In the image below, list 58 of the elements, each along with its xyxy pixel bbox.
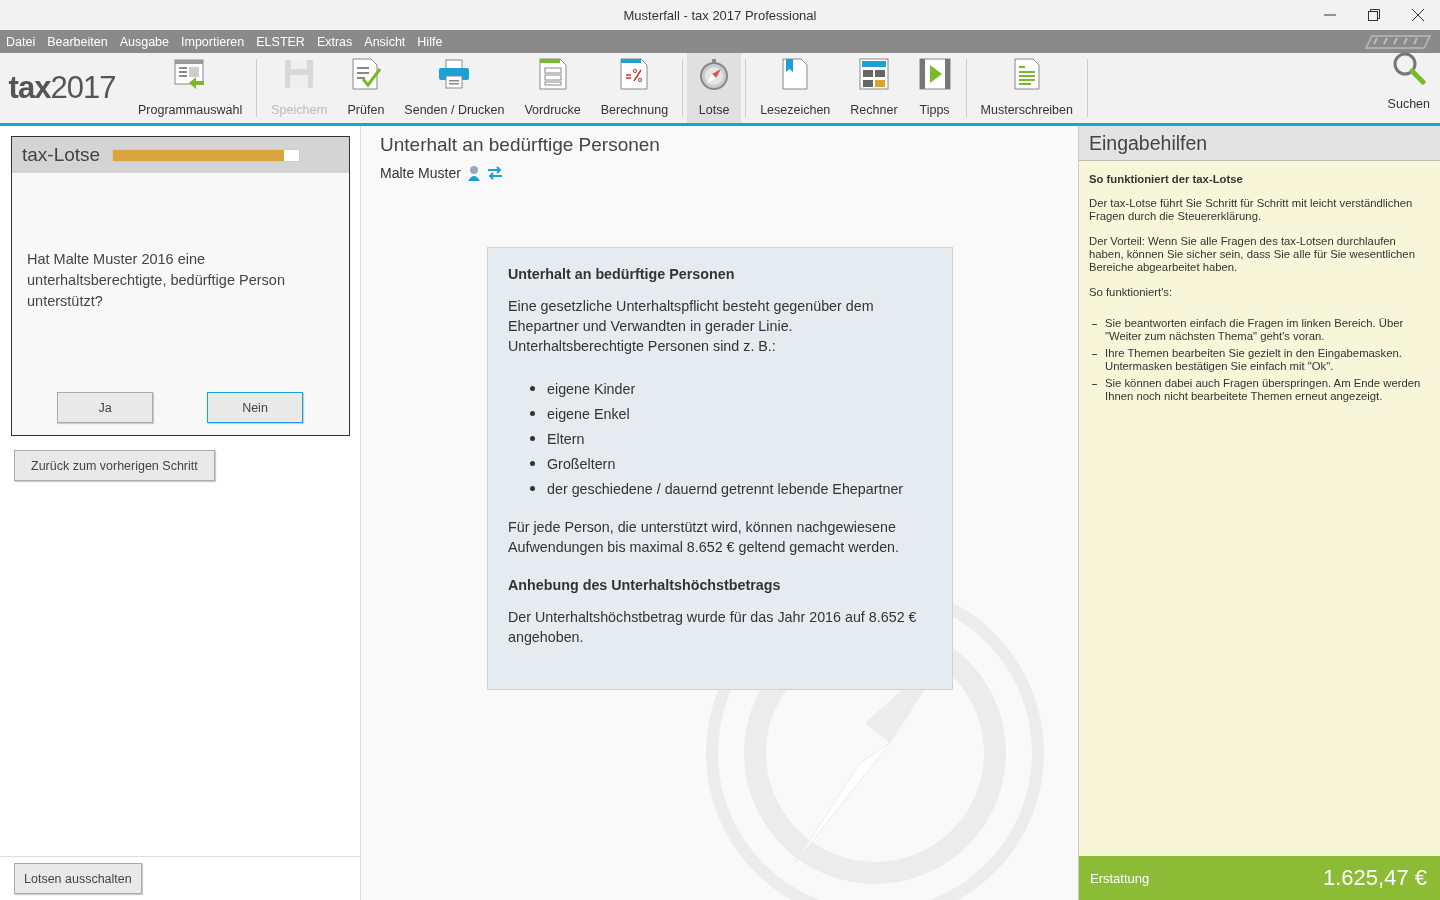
- close-icon[interactable]: [1412, 9, 1424, 21]
- bullet-icon: [530, 411, 535, 416]
- help-bullet: Sie beantworten einfach die Fragen im linken Bereich. Über "Weiter zum nächsten Thema" geht's voran.: [1105, 317, 1405, 343]
- info-subtitle: Anhebung des Unterhaltshöchstbetrags: [508, 577, 782, 593]
- answer-button[interactable]: Ja: [57, 392, 153, 423]
- toolbar-button[interactable]: Vordrucke: [514, 53, 591, 123]
- card-title: tax-Lotse: [22, 144, 101, 166]
- list-item: der geschiedene / dauernd getrennt lebende Ehepartner: [547, 480, 904, 497]
- info-title: Unterhalt an bedürftige Personen: [508, 266, 736, 282]
- printer-icon: [437, 57, 472, 91]
- toolbar-button[interactable]: Lotse: [687, 53, 742, 123]
- list-item: eigene Enkel: [547, 405, 630, 422]
- restore-icon[interactable]: [1368, 9, 1380, 21]
- toolbar-button[interactable]: Tipps: [907, 53, 962, 123]
- help-text: Der Vorteil: Wenn Sie alle Fragen des tax-Lotsen durchlaufen haben, können Sie sicher sein, dass Sie alle für Sie wesentlichen Bereiche abgearbeitet haben.: [1089, 235, 1416, 274]
- toolbar-button[interactable]: Prüfen: [337, 53, 395, 123]
- person-name: Malte Muster: [380, 165, 461, 181]
- list-item: Eltern: [547, 430, 585, 447]
- calculator-icon: [856, 57, 891, 91]
- list-item: Großeltern: [547, 455, 616, 472]
- dash-icon: [1092, 324, 1097, 325]
- help-title: Eingabehilfen: [1089, 131, 1208, 155]
- info-text: Eine gesetzliche Unterhaltspflicht besteht gegenüber dem Ehepartner und Verwandten in gerader Linie. Unterhaltsberechtigte Personen sind z. B.:: [508, 297, 875, 356]
- search-icon: [1391, 51, 1426, 85]
- product-logo: tax2017: [7, 69, 117, 107]
- dash-icon: [1092, 384, 1097, 385]
- search-button[interactable]: Suchen: [1377, 47, 1440, 117]
- bullet-icon: [530, 461, 535, 466]
- help-heading: So funktioniert der tax-Lotse: [1089, 173, 1244, 185]
- help-text: Der tax-Lotse führt Sie Schritt für Schritt mit leicht verständlichen Fragen durch die Steuererklärung.: [1089, 197, 1414, 223]
- refund-amount: 1.625,47 €: [1323, 865, 1427, 891]
- info-text: Für jede Person, die unterstützt wird, können nachgewiesene Aufwendungen bis maximal 8.652 € geltend gemacht werden.: [508, 518, 901, 557]
- back-button[interactable]: Zurück zum vorherigen Schritt: [14, 450, 215, 481]
- question-text: Hat Malte Muster 2016 eine unterhaltsberechtigte, bedürftige Person unterstützt?: [27, 250, 286, 311]
- bullet-icon: [530, 486, 535, 491]
- dash-icon: [1092, 354, 1097, 355]
- bullet-icon: [530, 386, 535, 391]
- toolbar-button[interactable]: Lesezeichen: [750, 53, 841, 123]
- person-icon: [466, 165, 481, 181]
- info-text: Der Unterhaltshöchstbetrag wurde für das Jahr 2016 auf 8.652 € angehoben.: [508, 608, 918, 647]
- toolbar-button[interactable]: Berechnung: [590, 53, 679, 123]
- toolbar-button[interactable]: Rechner: [840, 53, 908, 123]
- page-heading: Unterhalt an bedürftige Personen: [380, 134, 661, 156]
- help-bullet: Sie können dabei auch Fragen überspringen. Am Ende werden Ihnen noch nicht bearbeitete Themen erneut angezeigt.: [1105, 377, 1422, 403]
- bullet-icon: [530, 436, 535, 441]
- list-item: eigene Kinder: [547, 380, 636, 397]
- help-bullet: Ihre Themen bearbeiten Sie gezielt in den Eingabemasken. Untermasken bestätigen Sie einfach mit "Ok".: [1105, 347, 1403, 373]
- film-play-icon: [917, 57, 952, 91]
- refund-label: Erstattung: [1090, 870, 1150, 886]
- disable-lotse-button[interactable]: Lotsen ausschalten: [14, 863, 142, 894]
- toolbar-button[interactable]: Senden / Drucken: [394, 53, 515, 123]
- toolbar-button[interactable]: Musterschreiben: [970, 53, 1083, 123]
- window-title: Musterfall - tax 2017 Professional: [623, 7, 817, 23]
- swap-icon[interactable]: [486, 165, 503, 181]
- toolbar-button[interactable]: Programmauswahl: [128, 53, 253, 123]
- answer-button[interactable]: Nein: [207, 392, 303, 423]
- help-text: So funktioniert's:: [1089, 286, 1174, 299]
- brand-logo-icon: [1362, 33, 1432, 50]
